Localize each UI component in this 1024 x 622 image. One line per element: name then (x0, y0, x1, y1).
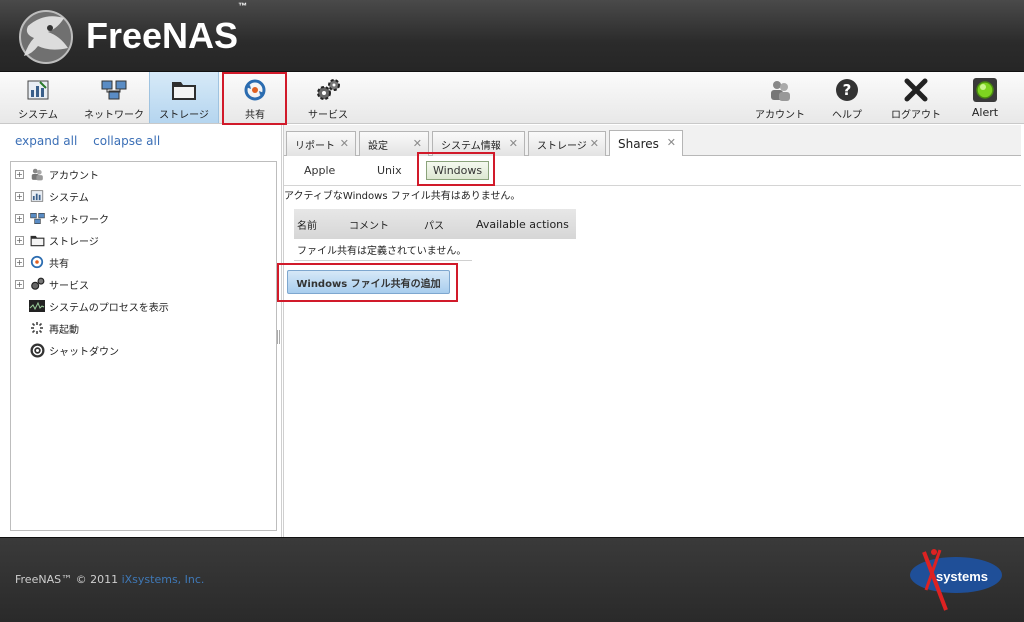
storage-icon (171, 77, 197, 103)
expand-icon[interactable]: + (15, 213, 24, 223)
subtab-apple[interactable]: Apple (304, 164, 335, 177)
toolbar-sharing[interactable]: 共有 (224, 72, 286, 123)
column-path[interactable]: パス (424, 217, 444, 232)
share-type-tabs: Apple Unix Windows (284, 156, 1021, 186)
expand-icon[interactable]: + (15, 169, 24, 179)
freenas-logo: FreeNAS™ (14, 1, 248, 66)
account-icon (29, 166, 45, 182)
sharing-icon (242, 77, 268, 103)
ixsystems-logo-text: systems (936, 569, 988, 584)
app-name: FreeNAS™ (86, 1, 248, 56)
column-actions[interactable]: Available actions (476, 218, 569, 231)
tree-item-processes[interactable]: システムのプロセスを表示 (15, 297, 169, 315)
close-icon[interactable]: ✕ (667, 136, 676, 149)
tree-item-shutdown[interactable]: シャットダウン (15, 341, 119, 359)
tree-item-system[interactable]: + システム (15, 187, 89, 205)
network-icon (101, 77, 127, 103)
svg-text:?: ? (843, 81, 852, 99)
left-panel: expand all collapse all + アカウント + システム +… (0, 125, 282, 537)
toolbar-services[interactable]: サービス (298, 72, 358, 123)
collapse-all-link[interactable]: collapse all (93, 134, 160, 148)
toolbar-network[interactable]: ネットワーク (80, 72, 148, 123)
storage-icon (29, 232, 45, 248)
expand-icon[interactable]: + (15, 235, 24, 245)
tree-item-storage[interactable]: + ストレージ (15, 231, 99, 249)
toolbar-account[interactable]: アカウント (750, 72, 810, 123)
subtab-windows[interactable]: Windows (426, 161, 490, 180)
close-icon[interactable]: ✕ (413, 137, 422, 150)
services-icon (315, 77, 341, 103)
expand-icon[interactable]: + (15, 257, 24, 267)
close-icon[interactable]: ✕ (590, 137, 599, 150)
toolbar-alert[interactable]: Alert (960, 72, 1010, 123)
network-icon (29, 210, 45, 226)
ixsystems-logo: systems (906, 546, 1006, 616)
tab-storage[interactable]: ストレージ ✕ (528, 131, 606, 156)
toolbar-help[interactable]: ? ヘルプ (822, 72, 872, 123)
toolbar-logout[interactable]: ログアウト (884, 72, 948, 123)
shares-table-header: 名前 コメント パス Available actions (294, 209, 576, 239)
table-empty-row: ファイル共有は定義されていません。 (294, 239, 472, 261)
panel-splitter[interactable] (277, 330, 280, 344)
system-icon (25, 77, 51, 103)
tab-settings[interactable]: 設定 ✕ (359, 131, 429, 156)
status-message: アクティブなWindows ファイル共有はありません。 (284, 191, 521, 202)
main-toolbar: システム ネットワーク ストレージ 共有 サービス アカウント ? ヘルプ ログ… (0, 72, 1024, 124)
tree-item-account[interactable]: + アカウント (15, 165, 99, 183)
process-icon (29, 298, 45, 314)
tree-controls: expand all collapse all (15, 134, 172, 148)
app-header: FreeNAS™ (0, 0, 1024, 72)
reboot-icon (29, 320, 45, 336)
column-comment[interactable]: コメント (349, 217, 389, 232)
shutdown-icon (29, 342, 45, 358)
expand-icon[interactable]: + (15, 191, 24, 201)
column-name[interactable]: 名前 (297, 217, 317, 232)
tab-reports[interactable]: リポート ✕ (286, 131, 356, 156)
expand-icon[interactable]: + (15, 279, 24, 289)
close-icon[interactable]: ✕ (340, 137, 349, 150)
tree-item-reboot[interactable]: 再起動 (15, 319, 79, 337)
nav-tree: + アカウント + システム + ネットワーク + ストレージ + 共有 + サ… (10, 161, 277, 531)
toolbar-storage[interactable]: ストレージ (149, 72, 219, 123)
close-icon[interactable]: ✕ (509, 137, 518, 150)
expand-all-link[interactable]: expand all (15, 134, 77, 148)
system-icon (29, 188, 45, 204)
company-link[interactable]: iXsystems, Inc. (122, 573, 205, 586)
alert-icon (972, 77, 998, 103)
content-panel: リポート ✕ 設定 ✕ システム情報 ✕ ストレージ ✕ Shares ✕ Ap… (283, 125, 1021, 537)
tree-item-services[interactable]: + サービス (15, 275, 89, 293)
help-icon: ? (834, 77, 860, 103)
toolbar-system[interactable]: システム (6, 72, 70, 123)
freenas-logo-mark-icon (14, 6, 80, 66)
copyright: FreeNAS™ © 2011 iXsystems, Inc. (15, 573, 205, 586)
add-windows-share-button[interactable]: Windows ファイル共有の追加 (287, 270, 450, 294)
subtab-unix[interactable]: Unix (377, 164, 402, 177)
services-icon (29, 276, 45, 292)
account-icon (767, 77, 793, 103)
tab-bar: リポート ✕ 設定 ✕ システム情報 ✕ ストレージ ✕ Shares ✕ (284, 125, 1021, 156)
tab-shares[interactable]: Shares ✕ (609, 130, 683, 156)
app-footer: FreeNAS™ © 2011 iXsystems, Inc. systems (0, 537, 1024, 622)
tab-system-info[interactable]: システム情報 ✕ (432, 131, 525, 156)
tree-item-sharing[interactable]: + 共有 (15, 253, 69, 271)
logout-icon (903, 77, 929, 103)
sharing-icon (29, 254, 45, 270)
tree-item-network[interactable]: + ネットワーク (15, 209, 109, 227)
